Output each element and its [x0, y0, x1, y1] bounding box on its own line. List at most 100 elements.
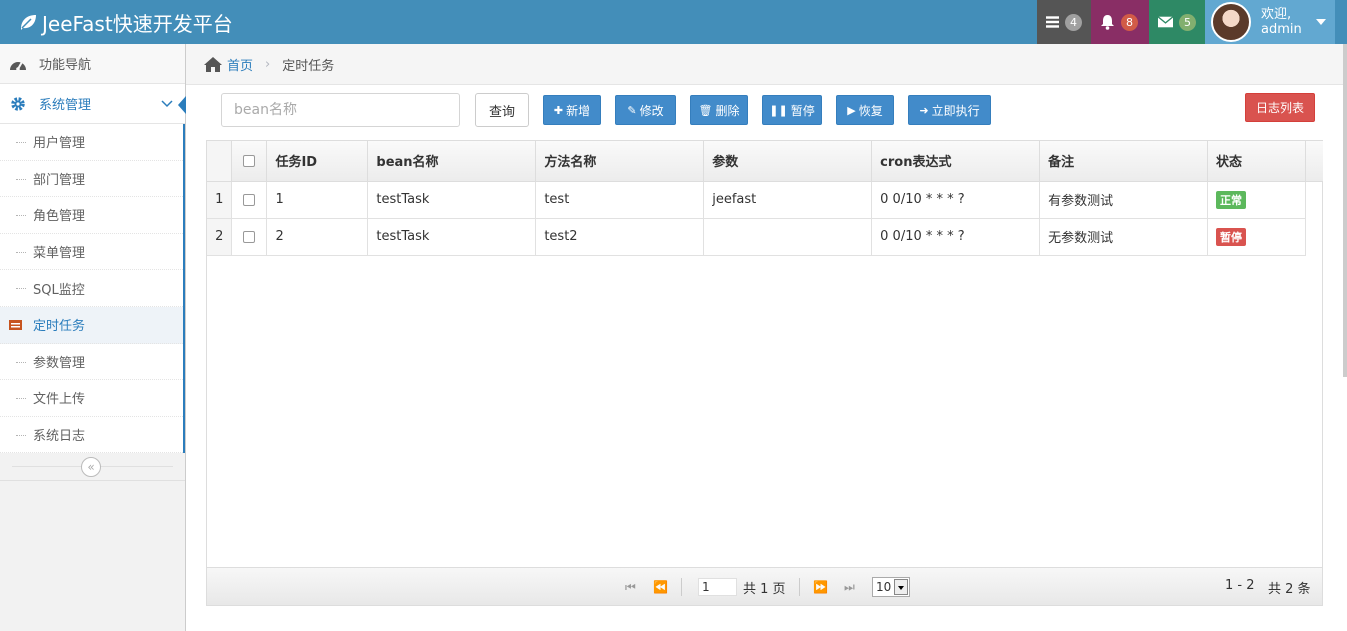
cell-params	[703, 218, 873, 256]
plus-icon: ✚	[553, 103, 564, 117]
avatar	[1211, 2, 1251, 42]
cell-cron: 0 0/10 * * * ?	[871, 181, 1041, 219]
dashboard-icon	[9, 55, 27, 73]
tasks-menu[interactable]: 4	[1037, 0, 1091, 44]
pause-label: 暂停	[790, 103, 815, 118]
pause-button[interactable]: ❚❚ 暂停	[762, 95, 822, 125]
query-button[interactable]: 查询	[475, 93, 529, 127]
sidebar-group-system[interactable]: 系统管理	[0, 84, 186, 124]
leaf-icon	[21, 15, 36, 30]
sidebar-item-nav[interactable]: 功能导航	[0, 44, 185, 84]
resume-button[interactable]: ▶ 恢复	[836, 95, 894, 125]
col-header-method[interactable]: 方法名称	[535, 141, 705, 182]
sidebar-item-roles[interactable]: 角色管理	[0, 197, 183, 234]
sidebar-item-sql[interactable]: SQL监控	[0, 270, 183, 307]
edit-button[interactable]: ✎ 修改	[615, 95, 676, 125]
col-header-params[interactable]: 参数	[703, 141, 873, 182]
brand[interactable]: JeeFast快速开发平台	[18, 0, 233, 44]
sidebar-item-params[interactable]: 参数管理	[0, 343, 183, 381]
run-now-button[interactable]: ➜ 立即执行	[908, 95, 991, 125]
cell-status: 正常	[1207, 181, 1307, 219]
navbar: JeeFast快速开发平台 4 8 5 欢迎, admin	[0, 0, 1347, 44]
first-page-icon[interactable]: ⏮	[625, 580, 636, 595]
sidebar-item-label: 参数管理	[33, 355, 86, 371]
page-size-value: 10	[876, 580, 892, 594]
next-page-icon[interactable]: ⏩	[813, 580, 828, 594]
notifications-badge: 8	[1121, 13, 1138, 31]
page-size-select[interactable]: 10	[872, 577, 910, 597]
cell-method: test2	[535, 218, 705, 256]
tasks-list-icon	[9, 319, 22, 330]
sidebar-item-depts[interactable]: 部门管理	[0, 160, 183, 198]
record-range: 1 - 2	[1225, 578, 1255, 593]
pager: ⏮ ⏪ 1 共 1 页 ⏩ ⏭ 10 1 - 2 共 2 条	[207, 567, 1322, 605]
caret-down-icon	[1315, 19, 1326, 25]
user-info: 欢迎, admin	[1261, 7, 1302, 37]
messages-badge: 5	[1179, 13, 1196, 31]
sidebar-item-label: 菜单管理	[33, 246, 86, 262]
run-now-label: 立即执行	[931, 103, 980, 118]
cell-id: 1	[266, 181, 369, 219]
user-menu[interactable]: 欢迎, admin	[1205, 0, 1335, 44]
sidebar-item-upload[interactable]: 文件上传	[0, 380, 183, 417]
prev-page-icon[interactable]: ⏪	[653, 580, 668, 594]
notifications-menu[interactable]: 8	[1091, 0, 1149, 44]
sidebar-item-label: 部门管理	[33, 172, 86, 188]
sidebar-item-label: 用户管理	[33, 136, 86, 152]
col-header-remark[interactable]: 备注	[1039, 141, 1208, 182]
status-badge: 暂停	[1215, 227, 1246, 246]
username: admin	[1261, 22, 1302, 37]
sidebar-item-logs[interactable]: 系统日志	[0, 416, 183, 454]
play-icon: ▶	[847, 103, 856, 117]
row-checkbox[interactable]	[243, 193, 256, 206]
pager-divider	[799, 578, 800, 596]
messages-menu[interactable]: 5	[1149, 0, 1205, 44]
cell-status: 暂停	[1207, 218, 1307, 256]
page-input[interactable]: 1	[698, 578, 737, 596]
row-checkbox[interactable]	[243, 230, 256, 243]
row-checkbox-cell	[231, 181, 268, 219]
sidebar-item-users[interactable]: 用户管理	[0, 124, 183, 161]
cell-remark: 有参数测试	[1039, 181, 1208, 219]
cell-bean: testTask	[367, 181, 537, 219]
task-grid: 任务ID bean名称 方法名称 参数 cron表达式 备注 状态 1 1 te…	[206, 140, 1323, 606]
sidebar-collapse: «	[0, 453, 185, 482]
col-header-bean[interactable]: bean名称	[367, 141, 537, 182]
select-all-checkbox[interactable]	[243, 154, 256, 167]
table-row[interactable]: 2 2 testTask test2 0 0/10 * * * ? 无参数测试 …	[207, 218, 1307, 256]
row-number: 2	[207, 218, 233, 256]
last-page-icon[interactable]: ⏭	[844, 580, 855, 595]
task-table: 任务ID bean名称 方法名称 参数 cron表达式 备注 状态 1 1 te…	[207, 141, 1307, 256]
sidebar-group-label: 系统管理	[39, 98, 92, 113]
double-chevron-left-icon[interactable]: «	[81, 457, 101, 478]
page-scrollbar[interactable]	[1343, 44, 1347, 377]
pause-icon: ❚❚	[769, 103, 788, 117]
row-checkbox-cell	[231, 218, 268, 256]
table-row[interactable]: 1 1 testTask test jeefast 0 0/10 * * * ?…	[207, 181, 1307, 219]
sidebar-item-label: 系统日志	[33, 429, 86, 445]
sidebar-item-menus[interactable]: 菜单管理	[0, 233, 183, 271]
sidebar-item-label: SQL监控	[33, 282, 85, 298]
total-pages-text: 共 1 页	[743, 582, 786, 597]
cell-method: test	[535, 181, 705, 219]
breadcrumb: 首页 › 定时任务	[186, 44, 1347, 85]
col-header-cron[interactable]: cron表达式	[871, 141, 1041, 182]
delete-label: 删除	[715, 103, 740, 118]
breadcrumb-home[interactable]: 首页	[227, 55, 253, 74]
sidebar-item-schedule[interactable]: 定时任务	[0, 306, 183, 344]
bell-icon	[1101, 15, 1114, 30]
cell-params: jeefast	[703, 181, 873, 219]
edit-icon: ✎	[627, 103, 637, 117]
col-header-status[interactable]: 状态	[1207, 141, 1307, 182]
envelope-icon	[1158, 16, 1173, 28]
breadcrumb-separator: ›	[265, 56, 271, 72]
select-all-header	[231, 141, 268, 182]
delete-button[interactable]: 🗑 删除	[690, 95, 748, 125]
add-button[interactable]: ✚ 新增	[543, 95, 601, 125]
col-header-id[interactable]: 任务ID	[266, 141, 369, 182]
sidebar: 功能导航 系统管理 用户管理 部门管理 角色管理 菜单管理 SQL监控 定时任务…	[0, 44, 186, 631]
rownum-header	[207, 141, 233, 182]
cell-bean: testTask	[367, 218, 537, 256]
log-list-button[interactable]: 日志列表	[1245, 93, 1315, 122]
bean-name-search-input[interactable]	[221, 93, 460, 127]
